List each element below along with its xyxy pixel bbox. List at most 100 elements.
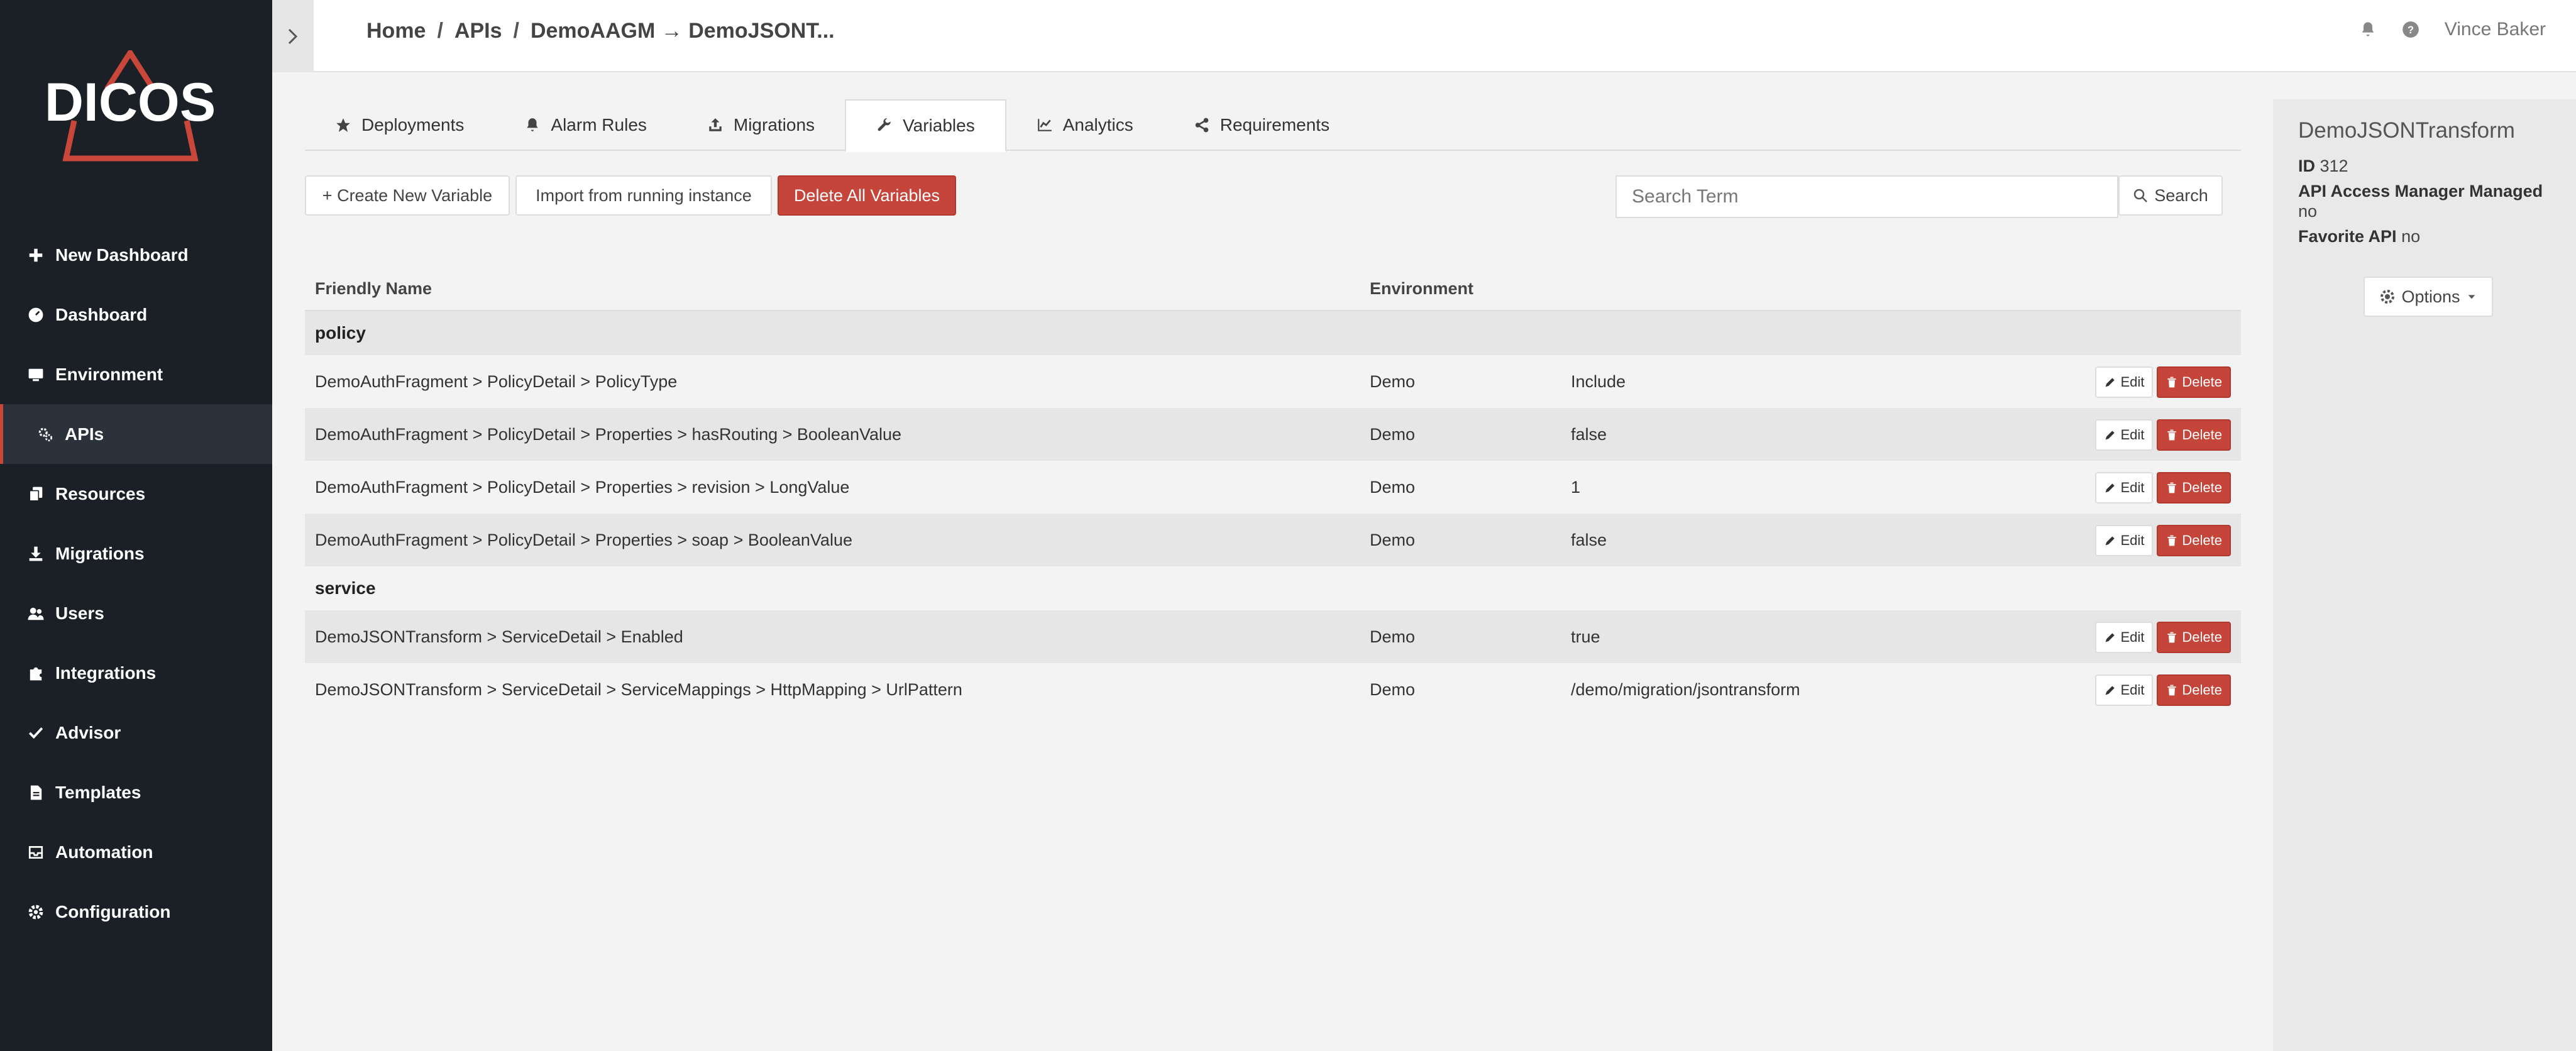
wrench-icon (878, 118, 891, 131)
pencil-icon (2105, 536, 2115, 546)
delete-button[interactable]: Delete (2157, 419, 2231, 451)
search-button[interactable]: Search (2118, 175, 2223, 216)
tab-bar: Deployments Alarm Rules Migrations Variable… (305, 99, 2241, 152)
edit-button[interactable]: Edit (2095, 472, 2154, 503)
create-variable-button[interactable]: + Create New Variable (305, 175, 510, 216)
sidebar-item-integrations[interactable]: Integrations (0, 643, 272, 703)
bell-icon[interactable] (2359, 21, 2377, 38)
sidebar-item-label: Migrations (55, 543, 145, 563)
header-environment: Environment (1370, 278, 1474, 298)
variable-name: DemoJSONTransform > ServiceDetail > Serv… (315, 680, 962, 699)
edit-button[interactable]: Edit (2095, 419, 2154, 451)
managed-value: no (2298, 202, 2318, 221)
pencil-icon (2105, 686, 2115, 695)
edit-label: Edit (2120, 480, 2145, 495)
user-name[interactable]: Vince Baker (2445, 19, 2546, 40)
tab-alarm-rules[interactable]: Alarm Rules (494, 99, 676, 151)
sidebar-item-automation[interactable]: Automation (0, 822, 272, 882)
edit-button[interactable]: Edit (2095, 366, 2154, 398)
sidebar-item-resources[interactable]: Resources (0, 464, 272, 524)
help-icon[interactable]: ? (2402, 21, 2419, 38)
caret-down-icon (2468, 295, 2475, 299)
top-bar: Home / APIs / DemoAAGM → DemoJSONT... ? … (272, 0, 2576, 72)
sidebar-item-label: Configuration (55, 901, 171, 922)
plus-icon (26, 246, 45, 265)
breadcrumb-home[interactable]: Home (366, 19, 426, 43)
options-dropdown[interactable]: Options (2364, 277, 2493, 317)
search-input[interactable] (1616, 175, 2118, 218)
edit-button[interactable]: Edit (2095, 525, 2154, 556)
share-icon (1195, 118, 1209, 133)
variable-environment: Demo (1370, 477, 1416, 497)
sidebar-nav: New Dashboard Dashboard Environment APIs Res… (0, 225, 272, 942)
tab-migrations[interactable]: Migrations (677, 99, 845, 151)
variable-name: DemoJSONTransform > ServiceDetail > Enab… (315, 627, 683, 646)
tab-variables[interactable]: Variables (845, 99, 1006, 152)
table-row: DemoJSONTransform > ServiceDetail > Enab… (305, 610, 2241, 663)
users-icon (26, 604, 45, 623)
delete-label: Delete (2182, 374, 2222, 390)
variable-value: /demo/migration/jsontransform (1571, 680, 1800, 699)
tab-label: Alarm Rules (551, 115, 647, 135)
breadcrumb-separator: / (513, 19, 519, 43)
tab-label: Deployments (361, 115, 465, 135)
delete-button[interactable]: Delete (2157, 472, 2231, 503)
variables-table: Friendly Name Environment policy DemoAuth… (305, 267, 2241, 716)
sidebar-item-migrations[interactable]: Migrations (0, 524, 272, 583)
sidebar-item-configuration[interactable]: Configuration (0, 882, 272, 942)
sidebar-item-dashboard[interactable]: Dashboard (0, 285, 272, 344)
trash-icon (2167, 377, 2177, 388)
dicos-logo[interactable]: DICOS (44, 47, 217, 167)
table-row: DemoAuthFragment > PolicyDetail > Proper… (305, 514, 2241, 566)
variable-value: false (1571, 530, 1607, 549)
pencil-icon (2105, 378, 2115, 387)
edit-button[interactable]: Edit (2095, 674, 2154, 706)
tab-requirements[interactable]: Requirements (1164, 99, 1360, 151)
sidebar-item-templates[interactable]: Templates (0, 762, 272, 822)
delete-button[interactable]: Delete (2157, 622, 2231, 653)
options-label: Options (2401, 287, 2460, 306)
gear-icon (2381, 290, 2395, 304)
edit-label: Edit (2120, 532, 2145, 548)
delete-label: Delete (2182, 629, 2222, 645)
delete-button[interactable]: Delete (2157, 366, 2231, 398)
sidebar-item-environment[interactable]: Environment (0, 344, 272, 404)
pencil-icon (2105, 633, 2115, 642)
edit-button[interactable]: Edit (2095, 622, 2154, 653)
sidebar-item-new-dashboard[interactable]: New Dashboard (0, 225, 272, 285)
puzzle-icon (26, 664, 45, 683)
dashboard-icon (26, 305, 45, 324)
search-icon (2133, 189, 2148, 202)
bell-icon (527, 118, 539, 131)
import-running-instance-button[interactable]: Import from running instance (515, 175, 772, 216)
variable-environment: Demo (1370, 371, 1416, 391)
variable-value: false (1571, 424, 1607, 444)
breadcrumb-separator: / (437, 19, 443, 43)
delete-button[interactable]: Delete (2157, 525, 2231, 556)
download-icon (26, 544, 45, 563)
sidebar-toggle-button[interactable] (272, 0, 314, 72)
edit-label: Edit (2120, 629, 2145, 645)
sidebar-item-advisor[interactable]: Advisor (0, 703, 272, 762)
variable-name: DemoAuthFragment > PolicyDetail > Policy… (315, 371, 678, 391)
breadcrumb-apis[interactable]: APIs (454, 19, 502, 43)
tab-analytics[interactable]: Analytics (1006, 99, 1164, 151)
id-label: ID (2298, 157, 2315, 175)
sidebar-item-label: Advisor (55, 722, 121, 742)
sidebar-item-label: Users (55, 603, 104, 623)
delete-button[interactable]: Delete (2157, 674, 2231, 706)
sidebar-item-label: Automation (55, 842, 153, 862)
tab-deployments[interactable]: Deployments (305, 99, 494, 151)
panel-title: DemoJSONTransform (2298, 118, 2515, 143)
variable-environment: Demo (1370, 530, 1416, 549)
delete-label: Delete (2182, 532, 2222, 548)
group-name: service (315, 578, 376, 598)
sidebar-item-apis[interactable]: APIs (0, 404, 272, 464)
chevron-right-icon (288, 28, 298, 44)
id-value: 312 (2320, 157, 2348, 175)
delete-label: Delete (2182, 480, 2222, 495)
delete-all-variables-button[interactable]: Delete All Variables (778, 175, 956, 216)
trash-icon (2167, 632, 2177, 643)
sidebar-item-users[interactable]: Users (0, 583, 272, 643)
tab-label: Requirements (1219, 115, 1330, 135)
